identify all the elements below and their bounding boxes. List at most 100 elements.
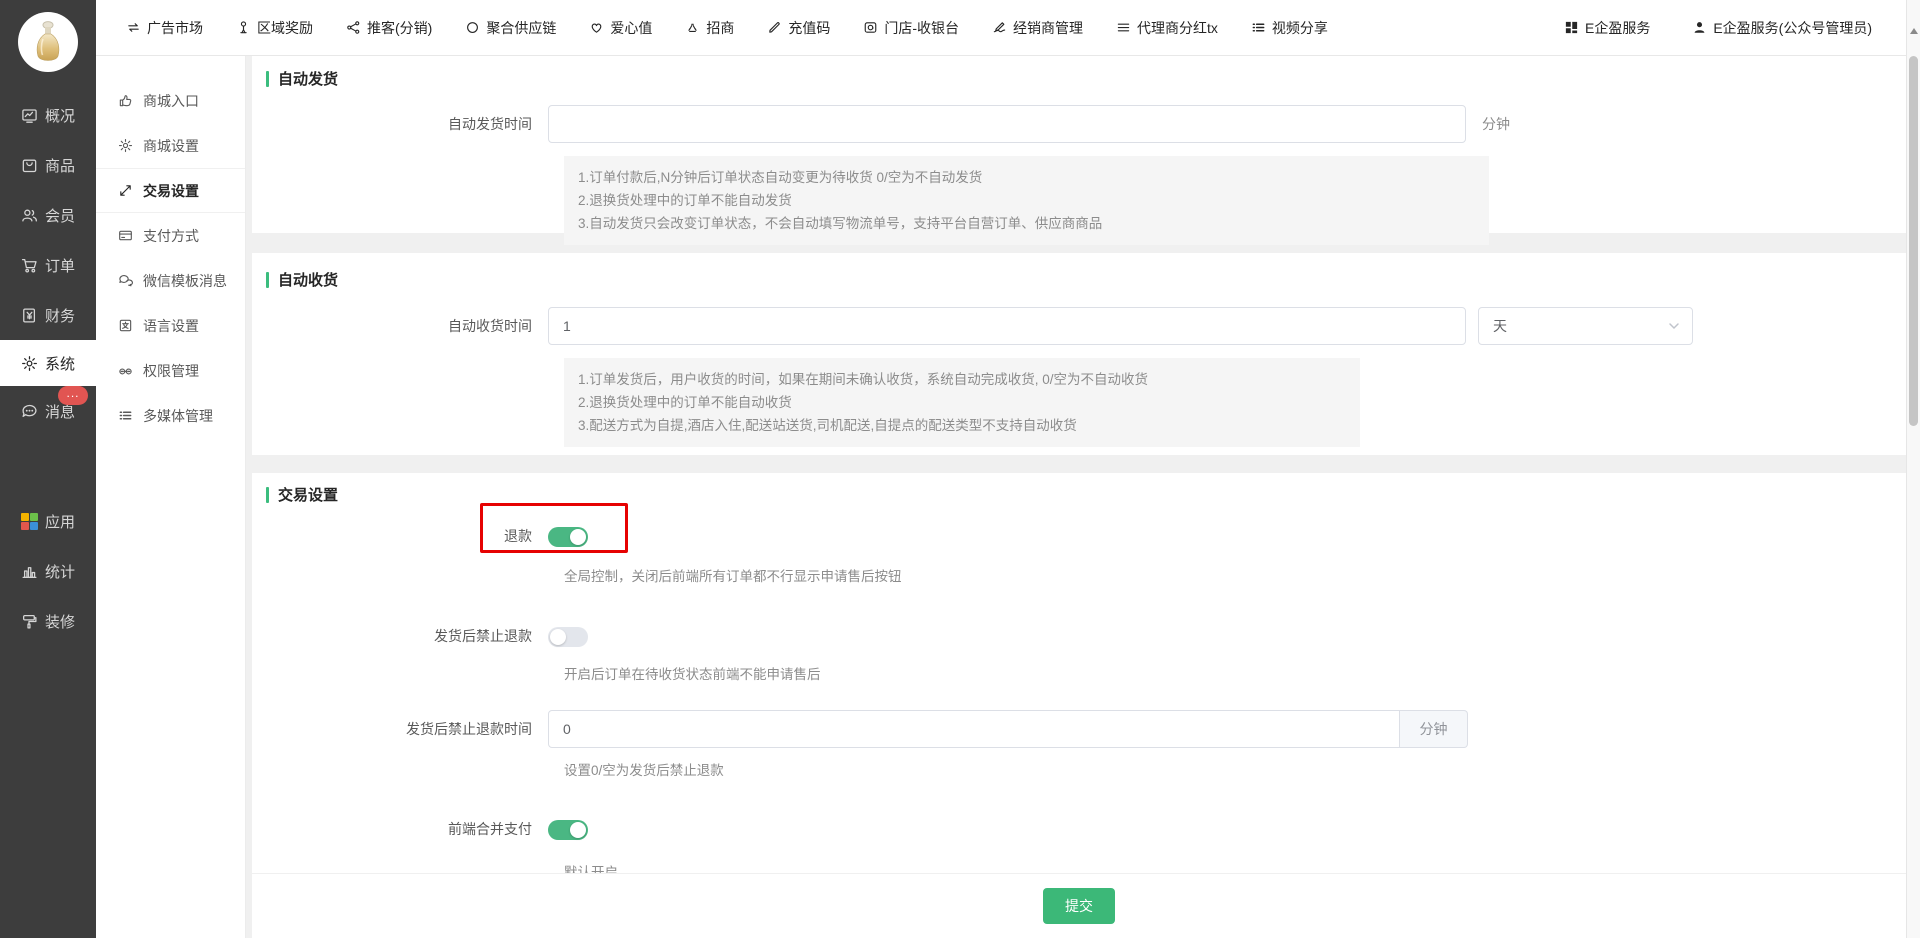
nav-item-label: 充值码 <box>788 18 830 38</box>
language-icon <box>118 318 133 333</box>
topnav-right: E企盈服务 E企盈服务(公众号管理员) <box>1564 18 1872 38</box>
sidebar-item-finance[interactable]: 财务 <box>0 290 96 340</box>
overview-icon <box>21 107 38 124</box>
auto-delivery-section: 自动发货 自动发货时间 分钟 1.订单付款后,N分钟后订单状态自动变更为待收货 … <box>252 56 1906 233</box>
nav-item-label: 经销商管理 <box>1013 18 1083 38</box>
nav-item-label: 推客(分销) <box>367 18 432 38</box>
signature-icon <box>992 20 1007 35</box>
repeat-icon <box>126 20 141 35</box>
trophy-icon <box>236 20 251 35</box>
field-label: 自动发货时间 <box>252 105 548 143</box>
service-menu[interactable]: E企盈服务 <box>1564 18 1650 38</box>
sidebar-item-label: 会员 <box>45 205 75 226</box>
top-navbar: 广告市场 区域奖励 推客(分销) 聚合供应链 爱心值 招商 <box>96 0 1920 56</box>
submit-button[interactable]: 提交 <box>1043 888 1115 924</box>
sidebar-item-orders[interactable]: 订单 <box>0 240 96 290</box>
app-window: 概况 商品 会员 订单 财务 系统 ... <box>0 0 1920 938</box>
scrollbar-up-arrow[interactable] <box>1910 28 1918 34</box>
auto-delivery-time-input[interactable] <box>548 105 1466 143</box>
sidebar-item-goods[interactable]: 商品 <box>0 140 96 190</box>
vertical-scrollbar[interactable] <box>1906 0 1920 938</box>
refund-help: 全局控制，关闭后前端所有订单都不行显示申请售后按钮 <box>564 568 1906 586</box>
nav-item-video-share[interactable]: 视频分享 <box>1251 18 1328 38</box>
sidebar-item-label: 系统 <box>45 353 75 374</box>
sidebar-item-apps[interactable]: 应用 <box>0 496 96 546</box>
stats-icon <box>21 563 38 580</box>
submenu-item-language-settings[interactable]: 语言设置 <box>96 303 245 348</box>
forbid-refund-toggle[interactable] <box>548 627 588 647</box>
sidebar-spacer <box>0 436 96 496</box>
trade-settings-section: 交易设置 退款 全局控制，关闭后前端所有订单都不行显示申请售后按钮 发货后禁止退… <box>252 473 1906 938</box>
submenu-item-wechat-template[interactable]: 微信模板消息 <box>96 258 245 303</box>
sidebar-item-system[interactable]: 系统 <box>0 340 96 386</box>
gear-icon <box>21 355 38 372</box>
nav-item-recharge-code[interactable]: 充值码 <box>767 18 830 38</box>
card-icon <box>118 228 133 243</box>
heart-icon <box>589 20 604 35</box>
auto-receive-time-input[interactable] <box>548 307 1466 345</box>
field-label: 自动收货时间 <box>252 307 548 345</box>
tip-line: 1.订单发货后，用户收货的时间，如果在期间未确认收货，系统自动完成收货, 0/空… <box>578 368 1346 391</box>
sidebar-item-label: 商品 <box>45 155 75 176</box>
submenu-item-label: 多媒体管理 <box>143 406 213 426</box>
sidebar-item-decorate[interactable]: 装修 <box>0 596 96 646</box>
nav-item-distribution[interactable]: 推客(分销) <box>346 18 432 38</box>
sidebar-item-label: 财务 <box>45 305 75 326</box>
field-label: 退款 <box>252 525 548 547</box>
grid-icon <box>1564 20 1579 35</box>
sidebar-item-members[interactable]: 会员 <box>0 190 96 240</box>
section-title: 交易设置 <box>252 473 1906 505</box>
settings-submenu: 商城入口 商城设置 交易设置 支付方式 微信模板消息 <box>96 56 246 938</box>
submenu-item-mall-settings[interactable]: 商城设置 <box>96 123 245 168</box>
recycle-icon <box>685 20 700 35</box>
nav-item-ad-market[interactable]: 广告市场 <box>126 18 203 38</box>
thumb-icon <box>118 93 133 108</box>
tip-line: 3.配送方式为自提,酒店入住,配送站送货,司机配送,自提点的配送类型不支持自动收… <box>578 414 1346 437</box>
wechat-icon <box>118 273 133 288</box>
sidebar-item-label: 装修 <box>45 611 75 632</box>
tip-line: 3.自动发货只会改变订单状态，不会自动填写物流单号，支持平台自营订单、供应商商品 <box>578 212 1475 235</box>
sidebar-item-stats[interactable]: 统计 <box>0 546 96 596</box>
section-title: 自动收货 <box>252 253 1906 290</box>
nav-item-love-value[interactable]: 爱心值 <box>589 18 652 38</box>
nav-item-investment[interactable]: 招商 <box>685 18 734 38</box>
sidebar-item-overview[interactable]: 概况 <box>0 90 96 140</box>
submit-bar: 提交 <box>252 873 1906 938</box>
nav-item-label: 广告市场 <box>147 18 203 38</box>
service-menu-label: E企盈服务 <box>1585 18 1650 38</box>
nav-item-store-cashier[interactable]: 门店-收银台 <box>863 18 959 38</box>
cart-icon <box>21 257 38 274</box>
submenu-item-label: 微信模板消息 <box>143 271 227 291</box>
account-menu[interactable]: E企盈服务(公众号管理员) <box>1692 18 1872 38</box>
nav-item-supply-chain[interactable]: 聚合供应链 <box>465 18 556 38</box>
unit-select[interactable]: 天 <box>1478 307 1693 345</box>
nav-item-dealer-mgmt[interactable]: 经销商管理 <box>992 18 1083 38</box>
avatar[interactable] <box>18 12 78 72</box>
section-title: 自动发货 <box>252 56 1906 89</box>
submenu-item-label: 权限管理 <box>143 361 199 381</box>
user-icon <box>1692 20 1707 35</box>
nav-item-region-reward[interactable]: 区域奖励 <box>236 18 313 38</box>
submenu-item-label: 商城设置 <box>143 136 199 156</box>
forbid-refund-help: 开启后订单在待收货状态前端不能申请售后 <box>564 666 1906 684</box>
merge-pay-toggle[interactable] <box>548 820 588 840</box>
submenu-item-permission-mgmt[interactable]: 权限管理 <box>96 348 245 393</box>
submenu-item-media-mgmt[interactable]: 多媒体管理 <box>96 393 245 438</box>
store-icon <box>863 20 878 35</box>
tip-line: 2.退换货处理中的订单不能自动发货 <box>578 189 1475 212</box>
nav-item-label: 聚合供应链 <box>486 18 556 38</box>
sidebar-item-messages[interactable]: ... 消息 <box>0 386 96 436</box>
scrollbar-thumb[interactable] <box>1909 56 1918 426</box>
tip-line: 2.退换货处理中的订单不能自动收货 <box>578 391 1346 414</box>
sidebar-item-label: 统计 <box>45 561 75 582</box>
finance-icon <box>21 307 38 324</box>
submenu-item-payment-methods[interactable]: 支付方式 <box>96 213 245 258</box>
forbid-refund-time-input[interactable] <box>548 710 1400 748</box>
submenu-item-label: 语言设置 <box>143 316 199 336</box>
nav-item-agent-dividend[interactable]: 代理商分红tx <box>1116 18 1218 38</box>
refund-toggle[interactable] <box>548 527 588 547</box>
submenu-item-mall-entry[interactable]: 商城入口 <box>96 78 245 123</box>
field-label: 发货后禁止退款 <box>252 625 548 647</box>
submenu-item-trade-settings[interactable]: 交易设置 <box>96 168 245 213</box>
list-icon <box>1251 20 1266 35</box>
